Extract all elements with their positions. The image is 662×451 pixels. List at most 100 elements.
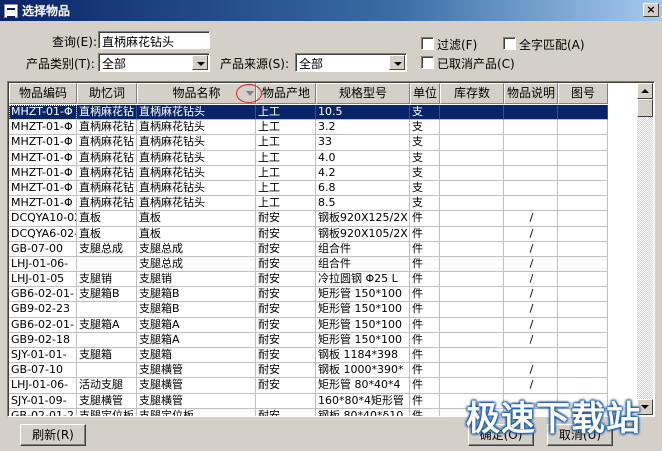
sort-descending-icon[interactable] (236, 84, 262, 103)
query-input[interactable]: 直柄麻花钻头 (98, 31, 210, 49)
grid-body[interactable]: MHZT-01-Φ 直柄麻花钻 直柄麻花钻头 上工 10.5 支 MHZT-01-Φ 直柄麻花… (9, 105, 608, 416)
table-cell (558, 196, 608, 212)
table-cell: 直柄麻花钻 (77, 120, 137, 136)
table-cell: 直柄麻花钻 (77, 180, 137, 197)
table-cell: 钢板 1184*398 (316, 348, 410, 364)
table-cell: 耐安 (256, 256, 316, 273)
table-cell (558, 105, 608, 121)
table-cell: 耐安 (256, 408, 316, 416)
table-cell (440, 196, 504, 212)
table-cell (440, 180, 504, 197)
table-cell: 上工 (256, 135, 316, 151)
table-cell: 组合件 (316, 256, 410, 273)
table-row[interactable]: GB-07-00 支腿总成 支腿总成 耐安 组合件件 / (9, 241, 608, 257)
table-cell: 上工 (256, 196, 316, 212)
table-cell (440, 226, 504, 242)
table-cell (504, 150, 558, 166)
table-row[interactable]: GB-07-10 支腿横管 耐安 钢板 1000*390* 件 / (9, 363, 608, 379)
scroll-thumb[interactable] (637, 99, 653, 117)
table-row[interactable]: MHZT-01-Φ 直柄麻花钻 直柄麻花钻头 上工 33 支 (9, 135, 608, 151)
category-label: 产品类别(T): (26, 57, 95, 71)
table-row[interactable]: LHJ-01-05 支腿销 支腿销 耐安 冷拉圆钢 Φ25 L 件 / (9, 272, 608, 288)
column-header[interactable]: 物品编码 (9, 83, 77, 104)
table-cell (440, 211, 504, 227)
table-cell: SJY-01-01- (9, 348, 77, 364)
table-cell: 件 (410, 226, 440, 242)
table-cell: 支腿定位板 (77, 408, 137, 416)
column-header[interactable]: 物品产地 (256, 83, 316, 104)
table-cell: 支腿箱B (77, 287, 137, 303)
table-cell (440, 363, 504, 379)
table-row[interactable]: MHZT-01-Φ 直柄麻花钻 直柄麻花钻头 上工 4.2 支 (9, 165, 608, 181)
table-cell (440, 120, 504, 136)
table-row[interactable]: MHZT-01-Φ 直柄麻花钻 直柄麻花钻头 上工 8.5 支 (9, 196, 608, 212)
source-label: 产品来源(S): (220, 57, 290, 71)
table-cell: DCQYA6-02- (9, 226, 77, 242)
close-button[interactable]: × (643, 3, 659, 17)
table-cell (440, 135, 504, 151)
table-row[interactable]: MHZT-01-Φ 直柄麻花钻 直柄麻花钻头 上工 4.0 支 (9, 150, 608, 166)
table-cell: GB9-02-23 (9, 302, 77, 318)
table-cell (440, 272, 504, 288)
table-row[interactable]: GB9-02-18 支腿箱A 耐安 矩形管 150*100 件 / (9, 332, 608, 348)
source-select[interactable]: 全部 (295, 53, 407, 72)
table-cell: 直板 (137, 211, 256, 227)
table-cell: 耐安 (256, 363, 316, 379)
table-cell (504, 165, 558, 181)
table-cell: 上工 (256, 105, 316, 121)
table-cell: 支腿横管 (137, 393, 256, 409)
table-cell: 支腿箱B (137, 302, 256, 318)
table-row[interactable]: GB6-02-01- 支腿箱A 支腿箱A 耐安 矩形管 150*100 件 / (9, 317, 608, 333)
table-cell (504, 120, 558, 136)
table-row[interactable]: LHJ-01-06- 支腿总成 耐安 组合件件 / (9, 256, 608, 273)
column-header[interactable]: 图号 (558, 83, 608, 104)
table-cell: 件 (410, 317, 440, 333)
refresh-button[interactable]: 刷新(R) (20, 424, 86, 446)
title-bar[interactable]: 选择物品 × (0, 0, 662, 21)
cancelled-checkbox[interactable] (421, 56, 434, 69)
query-label: 查询(E): (52, 35, 97, 49)
table-cell (440, 105, 504, 121)
table-cell: 钢板920X125/2X (316, 211, 410, 227)
table-cell (558, 272, 608, 288)
column-header[interactable]: 单位 (410, 83, 440, 104)
table-cell: 6.8 (316, 180, 410, 197)
fullmatch-checkbox[interactable] (503, 37, 516, 50)
column-header[interactable]: 库存数 (440, 83, 504, 104)
table-cell: 上工 (256, 120, 316, 136)
chevron-down-icon[interactable] (389, 55, 405, 70)
table-cell (558, 302, 608, 318)
table-row[interactable]: MHZT-01-Φ 直柄麻花钻 直柄麻花钻头 上工 3.2 支 (9, 120, 608, 136)
table-cell: 支腿横管 (137, 363, 256, 379)
table-cell: / (504, 226, 558, 242)
table-cell: 件 (410, 272, 440, 288)
table-cell: 支 (410, 165, 440, 181)
scroll-up-icon[interactable] (637, 83, 653, 99)
filter-checkbox[interactable] (421, 37, 434, 50)
table-row[interactable]: DCQYA10-02 直板 直板 耐安 钢板920X125/2X 件 / (9, 211, 608, 227)
table-row[interactable]: SJY-01-01- 支腿箱 支腿箱 耐安 钢板 1184*398 件 (9, 348, 608, 364)
table-cell: 耐安 (256, 241, 316, 257)
table-row[interactable]: DCQYA6-02- 直板 直板 耐安 钢板920X105/2X 件 / (9, 226, 608, 242)
table-row[interactable]: GB9-02-23 支腿箱B 耐安 矩形管 150*100 件 / (9, 302, 608, 318)
table-cell (440, 302, 504, 318)
vertical-scrollbar[interactable] (637, 83, 653, 415)
column-header[interactable]: 规格型号 (316, 83, 410, 104)
column-header[interactable]: 物品说明 (504, 83, 558, 104)
table-row[interactable]: MHZT-01-Φ 直柄麻花钻 直柄麻花钻头 上工 10.5 支 (9, 105, 608, 121)
table-row[interactable]: GB6-02-01- 支腿箱B 支腿箱B 耐安 矩形管 150*100 件 / (9, 287, 608, 303)
table-cell: 3.2 (316, 120, 410, 136)
table-cell: 直柄麻花钻 (77, 150, 137, 166)
product-grid[interactable]: 物品编码 助忆词 物品名称 物品产地 规格型号 单位 库存数 物品说明 图号 MHZT-01-Φ… (7, 81, 655, 417)
column-header[interactable]: 助忆词 (77, 83, 137, 104)
category-select[interactable]: 全部 (98, 53, 210, 72)
table-cell: 支腿箱A (77, 317, 137, 333)
table-cell: 支腿销 (137, 272, 256, 288)
table-cell: LHJ-01-06- (9, 256, 77, 273)
table-cell: 支腿总成 (137, 256, 256, 273)
table-cell: 组合件 (316, 241, 410, 257)
chevron-down-icon[interactable] (192, 55, 208, 70)
table-row[interactable]: MHZT-01-Φ 直柄麻花钻 直柄麻花钻头 上工 6.8 支 (9, 180, 608, 197)
table-cell: GB6-02-01- (9, 317, 77, 333)
table-cell: 上工 (256, 180, 316, 197)
